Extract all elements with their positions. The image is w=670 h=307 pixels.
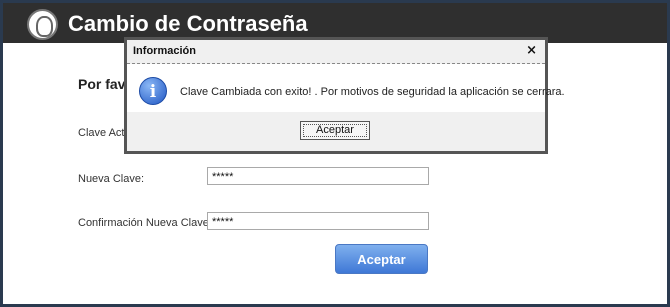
- current-password-label: Clave Actu: [78, 127, 131, 139]
- dialog-title: Información: [133, 45, 196, 57]
- confirm-password-field[interactable]: *****: [207, 212, 429, 230]
- dialog-ok-button[interactable]: Aceptar: [300, 121, 370, 140]
- form-heading: Por fav: [78, 76, 126, 92]
- dialog-footer: Aceptar: [127, 112, 545, 151]
- info-dialog: Información × i Clave Cambiada con exito…: [124, 37, 565, 154]
- info-icon: i: [139, 77, 167, 105]
- logo-icon: [27, 9, 58, 40]
- new-password-field[interactable]: *****: [207, 167, 429, 185]
- confirm-password-label: Confirmación Nueva Clave:: [78, 217, 212, 229]
- close-icon[interactable]: ×: [526, 43, 537, 58]
- dialog-body: i Clave Cambiada con exito! . Por motivo…: [127, 64, 565, 112]
- page-title: Cambio de Contraseña: [68, 11, 308, 36]
- new-password-label: Nueva Clave:: [78, 173, 145, 185]
- dialog-message: Clave Cambiada con exito! . Por motivos …: [180, 86, 565, 98]
- dialog-titlebar: Información ×: [127, 40, 545, 64]
- submit-button[interactable]: Aceptar: [335, 244, 428, 274]
